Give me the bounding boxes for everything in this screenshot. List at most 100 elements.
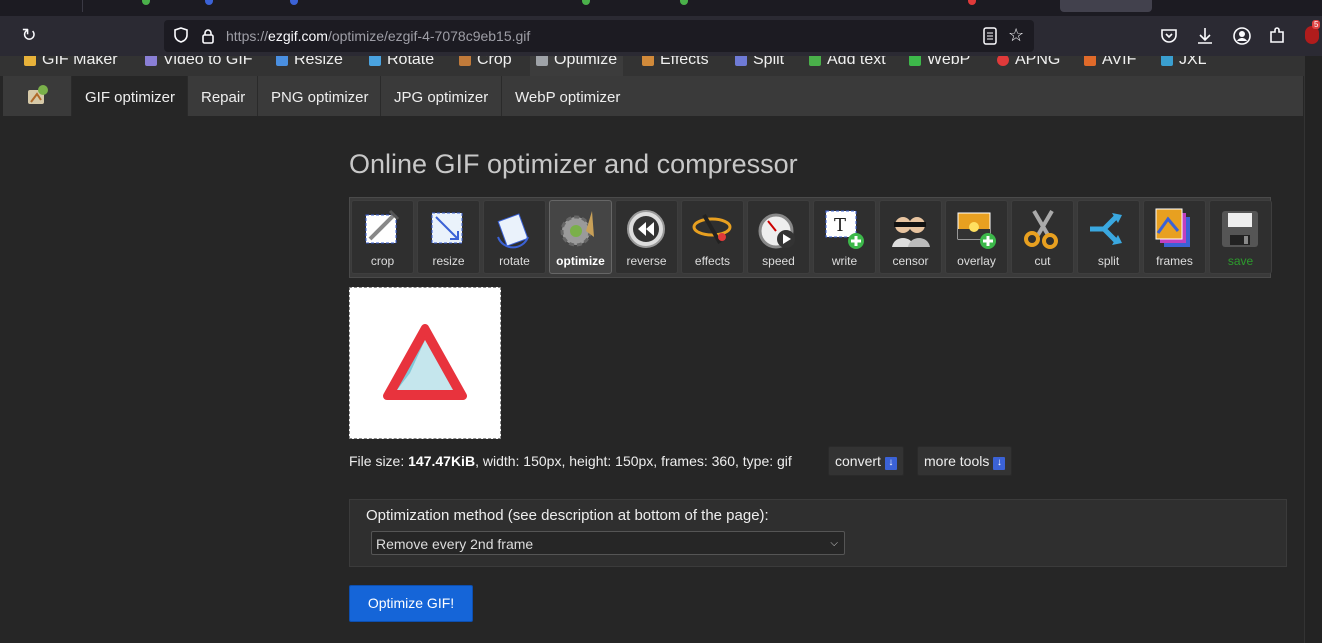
more-tools-button[interactable]: more tools ↓ bbox=[917, 446, 1013, 476]
download-icon[interactable] bbox=[1195, 26, 1215, 46]
tab-favicon bbox=[205, 0, 213, 5]
tool-resize[interactable]: resize bbox=[417, 200, 480, 274]
reader-view-icon[interactable] bbox=[982, 27, 998, 45]
pocket-icon[interactable] bbox=[1159, 26, 1179, 46]
tool-label: write bbox=[831, 254, 858, 268]
ezgif-logo-icon[interactable] bbox=[25, 84, 51, 108]
lock-icon[interactable] bbox=[202, 28, 214, 44]
nav-rotate[interactable]: Rotate bbox=[369, 56, 434, 76]
tool-label: optimize bbox=[556, 254, 605, 268]
nav-gif-maker[interactable]: GIF Maker bbox=[24, 56, 118, 76]
tool-toolbar: crop resize rotate optimize reverse effe… bbox=[349, 197, 1272, 278]
bookmark-star-icon[interactable]: ☆ bbox=[1008, 25, 1024, 46]
split-icon bbox=[1090, 213, 1122, 245]
nav-resize[interactable]: Resize bbox=[276, 56, 343, 76]
tool-rotate[interactable]: rotate bbox=[483, 200, 546, 274]
browser-tab-active[interactable] bbox=[1060, 0, 1152, 12]
cut-icon bbox=[1024, 209, 1058, 249]
tool-label: speed bbox=[762, 254, 795, 268]
nav-jxl[interactable]: JXL bbox=[1161, 56, 1207, 76]
save-icon bbox=[1222, 211, 1258, 247]
nav-apng[interactable]: APNG bbox=[997, 56, 1060, 76]
nav-video-to-gif[interactable]: Video to GIF bbox=[145, 56, 253, 76]
nav-webp[interactable]: WebP bbox=[909, 56, 970, 76]
nav-label: Split bbox=[753, 56, 785, 68]
warning-triangle-image bbox=[383, 324, 467, 400]
nav-effects[interactable]: Effects bbox=[642, 56, 709, 76]
svg-text:T: T bbox=[834, 215, 846, 236]
nav-label: Optimize bbox=[554, 56, 618, 68]
tool-crop[interactable]: crop bbox=[351, 200, 414, 274]
shield-icon[interactable] bbox=[174, 27, 188, 43]
tool-label: rotate bbox=[499, 254, 530, 268]
tool-effects[interactable]: effects bbox=[681, 200, 744, 274]
tab-favicon bbox=[680, 0, 688, 5]
tool-label: resize bbox=[432, 254, 465, 268]
nav-label: APNG bbox=[1015, 56, 1061, 68]
effects-nav-icon bbox=[642, 56, 654, 66]
overlay-icon bbox=[957, 212, 996, 249]
write-icon: T bbox=[825, 210, 864, 249]
file-dimensions-text: , width: 150px, height: 150px, frames: 3… bbox=[475, 453, 792, 469]
tool-label: save bbox=[1227, 254, 1254, 268]
tool-write[interactable]: T write bbox=[813, 200, 876, 274]
frames-icon bbox=[1155, 208, 1190, 247]
rotate-nav-icon bbox=[369, 56, 381, 66]
selected-method: Remove every 2nd frame bbox=[376, 536, 534, 552]
tool-overlay[interactable]: overlay bbox=[945, 200, 1008, 274]
nav-split[interactable]: Split bbox=[735, 56, 784, 76]
url-bar[interactable]: https://ezgif.com/optimize/ezgif-4-7078c… bbox=[164, 20, 1034, 52]
url-text: https://ezgif.com/optimize/ezgif-4-7078c… bbox=[226, 28, 530, 44]
tool-speed[interactable]: speed bbox=[747, 200, 810, 274]
optimize-gif-button[interactable]: Optimize GIF! bbox=[349, 585, 473, 622]
apng-nav-icon bbox=[997, 56, 1009, 66]
tool-label: cut bbox=[1034, 254, 1051, 268]
tool-label: reverse bbox=[626, 254, 667, 268]
file-size-value: 147.47KiB bbox=[408, 453, 476, 469]
nav-label: GIF Maker bbox=[42, 56, 118, 68]
tab-repair[interactable]: Repair bbox=[187, 76, 258, 116]
extensions-icon[interactable] bbox=[1267, 26, 1287, 46]
tool-reverse[interactable]: reverse bbox=[615, 200, 678, 274]
tab-favicon bbox=[290, 0, 298, 5]
tab-webp-optimizer[interactable]: WebP optimizer bbox=[501, 76, 633, 116]
tab-png-optimizer[interactable]: PNG optimizer bbox=[257, 76, 382, 116]
browser-toolbar: ↻ https://ezgif.com/optimize/ezgif-4-707… bbox=[0, 16, 1322, 56]
crop-nav-icon bbox=[459, 56, 471, 66]
account-icon[interactable] bbox=[1232, 26, 1252, 46]
tool-save[interactable]: save bbox=[1209, 200, 1272, 274]
nav-label: Add text bbox=[827, 56, 886, 68]
gif-maker-icon bbox=[24, 56, 36, 66]
tool-cut[interactable]: cut bbox=[1011, 200, 1074, 274]
nav-optimize[interactable]: Optimize bbox=[530, 56, 624, 76]
gif-preview-image bbox=[349, 287, 501, 439]
url-domain: ezgif.com bbox=[268, 28, 328, 44]
tool-label: effects bbox=[694, 254, 731, 268]
nav-add-text[interactable]: Add text bbox=[809, 56, 886, 76]
censor-icon bbox=[892, 217, 930, 247]
tool-censor[interactable]: censor bbox=[879, 200, 942, 274]
optimization-method-select[interactable]: Remove every 2nd frame ⌵ bbox=[371, 531, 845, 555]
nav-crop[interactable]: Crop bbox=[459, 56, 512, 76]
reload-icon[interactable]: ↻ bbox=[19, 25, 39, 45]
tab-jpg-optimizer[interactable]: JPG optimizer bbox=[380, 76, 501, 116]
tool-optimize[interactable]: optimize bbox=[549, 200, 612, 274]
page-scrollbar[interactable] bbox=[1304, 56, 1322, 643]
tab-gif-optimizer[interactable]: GIF optimizer bbox=[71, 76, 189, 116]
tool-frames[interactable]: frames bbox=[1143, 200, 1206, 274]
url-path: /optimize/ezgif-4-7078c9eb15.gif bbox=[327, 28, 531, 44]
url-prefix: https:// bbox=[226, 28, 269, 44]
nav-avif[interactable]: AVIF bbox=[1084, 56, 1136, 76]
optimization-method-label: Optimization method (see description at … bbox=[366, 507, 769, 524]
nav-label: AVIF bbox=[1102, 56, 1137, 68]
jxl-nav-icon bbox=[1161, 56, 1173, 66]
nav-label: Crop bbox=[477, 56, 512, 68]
tool-label: overlay bbox=[957, 254, 996, 268]
browser-tab[interactable] bbox=[82, 0, 163, 12]
optimize-icon bbox=[560, 211, 594, 247]
resize-nav-icon bbox=[276, 56, 288, 66]
nav-label: Effects bbox=[660, 56, 709, 68]
tool-split[interactable]: split bbox=[1077, 200, 1140, 274]
optimize-nav-icon bbox=[536, 56, 548, 66]
convert-button[interactable]: convert ↓ bbox=[828, 446, 904, 476]
